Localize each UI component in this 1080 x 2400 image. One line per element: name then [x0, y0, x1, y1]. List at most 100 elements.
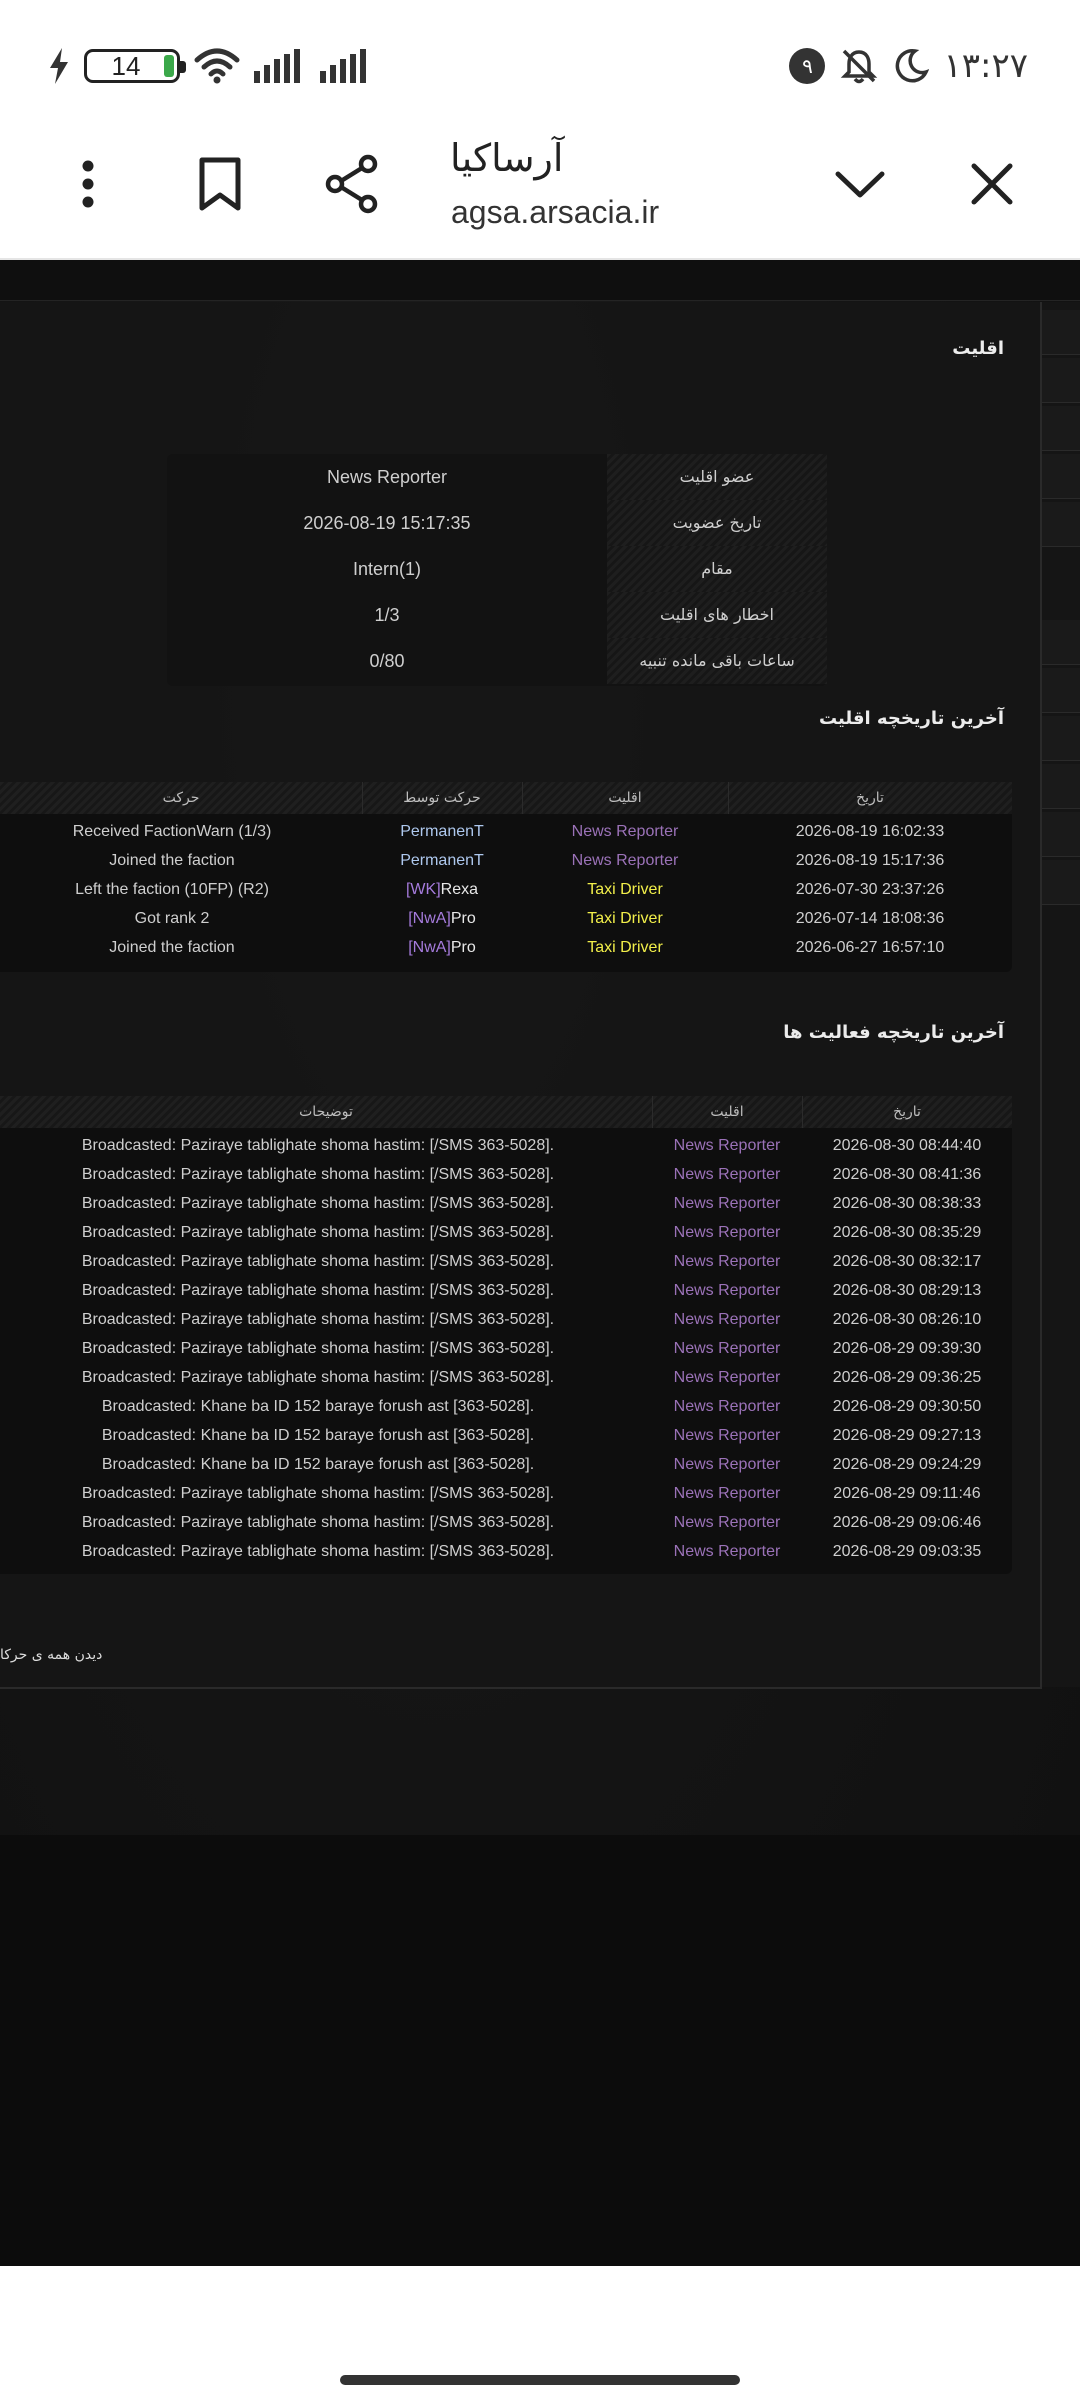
- faction-history-title: آخرین تاریخچه اقلیت: [818, 708, 1004, 729]
- sidebar-tab[interactable]: [1040, 310, 1080, 355]
- faction-cell: News Reporter: [673, 1340, 781, 1357]
- date-cell: 2026-08-29 09:30:50: [832, 1398, 982, 1415]
- table-row: Got rank 2 [NwA]Pro Taxi Driver 2026-07-14 …: [0, 904, 1012, 933]
- info-label: مقام: [607, 546, 827, 592]
- faction-cell: Taxi Driver: [587, 881, 663, 898]
- info-value: 2026-08-19 15:17:35: [303, 513, 471, 533]
- col-header-by: حرکت توسط: [362, 782, 523, 814]
- actor-cell[interactable]: [WK]Rexa: [362, 875, 522, 904]
- sidebar-tab[interactable]: [1040, 764, 1080, 809]
- actor-tag: [NwA]: [408, 939, 451, 956]
- more-vertical-icon: [82, 160, 94, 208]
- action-cell: Left the faction (10FP) (R2): [75, 881, 269, 898]
- faction-cell: News Reporter: [571, 852, 679, 869]
- table-row: Broadcasted: Paziraye tablighate shoma h…: [0, 1479, 1012, 1508]
- col-header-description: توضیحات: [0, 1096, 653, 1128]
- actor-name: Rexa: [440, 881, 479, 898]
- description-cell: Broadcasted: Paziraye tablighate shoma h…: [81, 1543, 555, 1560]
- faction-cell: Taxi Driver: [587, 939, 663, 956]
- action-cell: Joined the faction: [109, 939, 235, 956]
- table-row: Left the faction (10FP) (R2) [WK]Rexa Taxi…: [0, 875, 1012, 904]
- actor-cell[interactable]: [NwA]Pro: [362, 933, 522, 962]
- action-cell: Received FactionWarn (1/3): [72, 823, 272, 840]
- sidebar-tab[interactable]: [1040, 812, 1080, 857]
- table-row: Received FactionWarn (1/3) PermanenT News …: [0, 817, 1012, 846]
- actor-tag: [NwA]: [408, 910, 451, 927]
- date-cell: 2026-07-30 23:37:26: [795, 881, 945, 898]
- faction-cell: News Reporter: [673, 1282, 781, 1299]
- description-cell: Broadcasted: Paziraye tablighate shoma h…: [81, 1311, 555, 1328]
- date-cell: 2026-08-29 09:36:25: [832, 1369, 982, 1386]
- action-cell: Joined the faction: [109, 852, 235, 869]
- collapse-button[interactable]: [824, 148, 896, 220]
- table-row: Broadcasted: Khane ba ID 152 baraye foru…: [0, 1392, 1012, 1421]
- faction-cell: News Reporter: [673, 1369, 781, 1386]
- info-row: News Reporter عضو اقلیت: [167, 454, 827, 500]
- info-row: 0/80 ساعات باقی مانده تنبیه: [167, 638, 827, 684]
- close-button[interactable]: [956, 148, 1028, 220]
- description-cell: Broadcasted: Paziraye tablighate shoma h…: [81, 1137, 555, 1154]
- profile-panel: اقلیت News Reporter عضو اقلیت 2026-08-19…: [0, 302, 1042, 1689]
- faction-cell: Taxi Driver: [587, 910, 663, 927]
- actor-name: PermanenT: [400, 823, 484, 840]
- sidebar-tab[interactable]: [1040, 358, 1080, 403]
- info-value: Intern(1): [352, 559, 422, 579]
- notification-count-badge: ۹: [789, 48, 826, 84]
- site-url[interactable]: agsa.arsacia.ir: [451, 194, 659, 231]
- more-options-button[interactable]: [52, 148, 124, 220]
- status-left: 14: [48, 45, 372, 87]
- sidebar-tab[interactable]: [1040, 502, 1080, 547]
- faction-cell: News Reporter: [673, 1514, 781, 1531]
- table-row: Broadcasted: Khane ba ID 152 baraye foru…: [0, 1421, 1012, 1450]
- charging-icon: [50, 48, 68, 84]
- date-cell: 2026-07-14 18:08:36: [795, 910, 945, 927]
- info-label: اخطار های اقلیت: [607, 592, 827, 638]
- description-cell: Broadcasted: Khane ba ID 152 baraye foru…: [101, 1427, 535, 1444]
- table-row: Broadcasted: Paziraye tablighate shoma h…: [0, 1131, 1012, 1160]
- sidebar-tab[interactable]: [1040, 406, 1080, 451]
- faction-cell: News Reporter: [673, 1485, 781, 1502]
- date-cell: 2026-08-30 08:35:29: [832, 1224, 982, 1241]
- bell-off-icon: [841, 49, 878, 84]
- description-cell: Broadcasted: Paziraye tablighate shoma h…: [81, 1514, 555, 1531]
- date-cell: 2026-06-27 16:57:10: [795, 939, 945, 956]
- chevron-down-icon: [835, 171, 885, 198]
- sidebar-tab[interactable]: [1040, 454, 1080, 499]
- share-button[interactable]: [316, 148, 388, 220]
- site-top-bar: [0, 260, 1080, 301]
- faction-section-title: اقلیت: [952, 338, 1004, 359]
- table-row: Broadcasted: Paziraye tablighate shoma h…: [0, 1508, 1012, 1537]
- description-cell: Broadcasted: Paziraye tablighate shoma h…: [81, 1485, 555, 1502]
- bookmark-icon: [199, 157, 241, 211]
- right-sidebar-strip: [1040, 302, 1080, 1687]
- date-cell: 2026-08-30 08:44:40: [832, 1137, 982, 1154]
- description-cell: Broadcasted: Khane ba ID 152 baraye foru…: [101, 1456, 535, 1473]
- actor-cell[interactable]: [NwA]Pro: [362, 904, 522, 933]
- sidebar-tab[interactable]: [1040, 860, 1080, 905]
- sidebar-tab[interactable]: [1040, 668, 1080, 713]
- status-right: ۹ ۱۳:۲۷: [789, 45, 1028, 87]
- date-cell: 2026-08-29 09:24:29: [832, 1456, 982, 1473]
- sidebar-tab[interactable]: [1040, 716, 1080, 761]
- cellular-signal-icon: [254, 49, 300, 83]
- info-row: 1/3 اخطار های اقلیت: [167, 592, 827, 638]
- action-cell: Got rank 2: [134, 910, 210, 927]
- faction-cell: News Reporter: [673, 1253, 781, 1270]
- site-title: آرساکیا: [450, 136, 564, 180]
- home-indicator[interactable]: [340, 2375, 740, 2385]
- actor-cell[interactable]: PermanenT: [362, 817, 522, 846]
- table-row: Joined the faction PermanenT News Reporter…: [0, 846, 1012, 875]
- actor-cell[interactable]: PermanenT: [362, 846, 522, 875]
- info-label: تاریخ عضویت: [607, 500, 827, 546]
- table-header: حرکت حرکت توسط اقلیت تاریخ: [0, 782, 1012, 814]
- date-cell: 2026-08-29 09:06:46: [832, 1514, 982, 1531]
- cellular-signal-2-icon: [320, 49, 366, 83]
- see-all-link[interactable]: دیدن همه ی حرکا: [0, 1647, 102, 1663]
- col-header-action: حرکت: [0, 782, 363, 814]
- table-header: توضیحات اقلیت تاریخ: [0, 1096, 1012, 1128]
- bookmark-button[interactable]: [184, 148, 256, 220]
- close-icon: [971, 163, 1013, 205]
- faction-cell: News Reporter: [571, 823, 679, 840]
- moon-icon: [896, 49, 930, 83]
- sidebar-tab[interactable]: [1040, 620, 1080, 665]
